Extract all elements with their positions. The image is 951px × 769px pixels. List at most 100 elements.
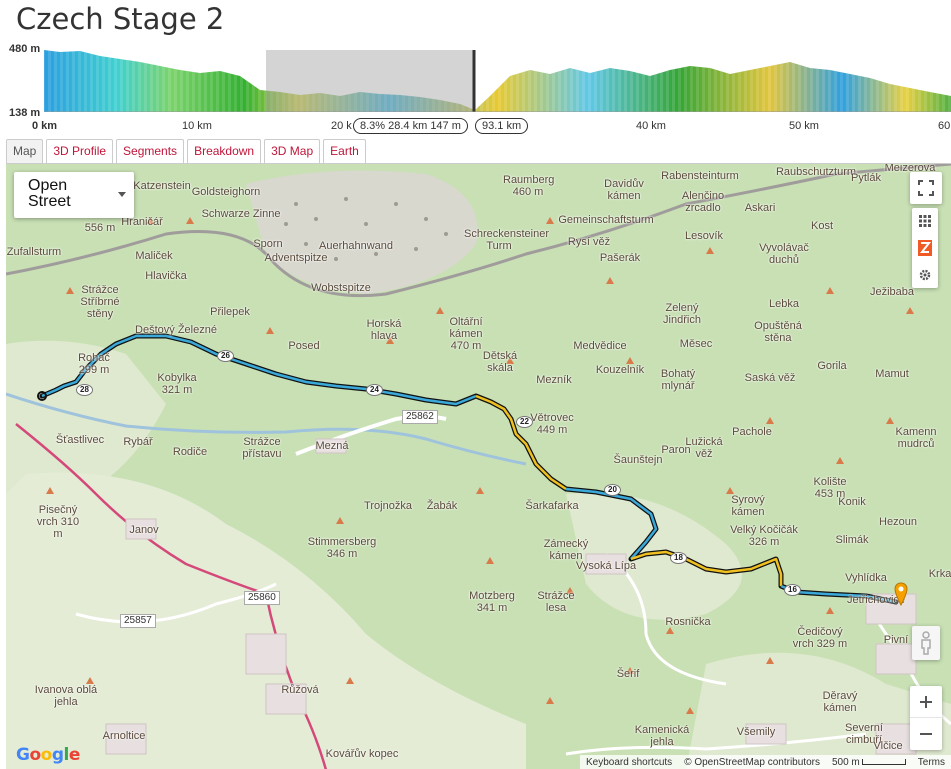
place-label: Pašerák [599,252,641,264]
place-label: Schreckensteiner Turm [464,228,549,252]
zoom-in-button[interactable] [910,686,942,718]
place-label: Vlčice [873,740,903,752]
place-label: Posed [288,340,320,352]
zoom-in-icon [920,695,932,708]
strava-icon[interactable] [918,239,932,256]
route-km-marker: 28 [76,384,93,396]
tab-earth[interactable]: Earth [323,139,366,163]
place-label: Slimák [835,534,869,546]
place-label: Krka [928,568,951,580]
place-label: Pivní [883,634,909,646]
place-label: Šerif [616,668,640,680]
place-label: Čedičový vrch 329 m [792,626,848,650]
place-label: Deštový Železné [135,324,217,336]
place-label: Vysoká Lípa [575,560,637,572]
fullscreen-button[interactable] [910,172,942,204]
street-view-button[interactable] [912,626,940,660]
route-km-marker: 26 [217,350,234,362]
road-number: 25862 [402,410,438,424]
place-label: Kovářův kopec [325,748,399,760]
tab-3d-map[interactable]: 3D Map [264,139,321,163]
profile-x-tick: 40 km [636,120,666,132]
google-logo[interactable]: Google [16,745,80,765]
scale-bar [861,759,906,765]
place-label: Kobylka 321 m [157,372,197,396]
place-label: Janov [129,524,159,536]
tab-map[interactable]: Map [6,139,44,163]
place-label: Strážce lesa [537,590,575,614]
place-label: Rodiče [172,446,208,458]
place-label: Davidův kámen [604,178,644,202]
place-label: Schwarze Zinne [201,208,281,220]
terms-link[interactable]: Terms [912,757,951,768]
copyright-text: © OpenStreetMap contributors [684,756,820,768]
place-label: Alenčino zrcadlo [681,190,725,214]
page-title: Czech Stage 2 [16,2,225,36]
place-label: Šarkafarka [525,500,579,512]
place-label: Strážce přístavu [242,436,282,460]
zoom-control [910,686,942,750]
place-label: Mezník [536,374,572,386]
place-label: Adventspitze [264,252,328,264]
profile-x-tick: 50 km [789,120,819,132]
profile-selection[interactable] [266,50,474,112]
location-pin-icon[interactable] [894,582,908,606]
place-label: Katzenstein [133,180,191,192]
selection-stats-badge: 8.3% 28.4 km 147 m [353,118,468,134]
place-label: Měsec [679,338,713,350]
elevation-chart[interactable] [0,40,951,112]
place-label: Zufallsturm [6,246,62,258]
zoom-out-button[interactable] [910,718,942,750]
profile-y-min: 138 m [9,107,41,119]
place-label: Opuštěná stěna [754,320,802,344]
place-label: Lužická věž [685,436,723,460]
elevation-profile[interactable]: 480 m 138 m 0 km 10 km 20 k 40 km 50 km … [0,40,951,136]
place-label: Goldsteighorn [191,186,261,198]
place-label: Hezoun [879,516,917,528]
road-number: 25857 [120,614,156,628]
route-km-marker: 20 [604,484,621,496]
place-label: Velký Kočičák 326 m [730,524,798,548]
place-label: Větrovec 449 m [530,412,574,436]
place-label: Saská věž [744,372,796,384]
place-label: Motzberg 341 m [469,590,515,614]
route-km-marker: 24 [366,384,383,396]
place-label: Bohatý mlynář [660,368,696,392]
place-label: Rosnička [665,616,711,628]
scale-label[interactable]: 500 m [826,757,862,768]
fullscreen-icon [918,180,934,196]
place-label: Horská hlava [366,318,402,342]
place-label: Trojnožka [364,500,412,512]
keyboard-shortcuts-link[interactable]: Keyboard shortcuts [580,757,678,768]
place-label: Kamenická jehla [634,724,690,748]
pegman-icon [921,631,931,655]
place-label: Arnoltice [102,730,146,742]
place-label: Zámecký kámen [543,538,589,562]
profile-x-tick: 20 k [331,120,352,132]
map-canvas[interactable]: Katzenstein Goldsteighorn Schwarze Zinne… [6,163,951,769]
place-label: 556 m [84,222,116,234]
place-label: Žabák [426,500,458,512]
place-label: Maliček [135,250,173,262]
map-layer-select[interactable]: Open Street [14,172,134,218]
tab-segments[interactable]: Segments [116,139,185,163]
place-label: Syrový kámen [731,494,765,518]
tab-3d-profile[interactable]: 3D Profile [46,139,114,163]
place-label: Kost [810,220,834,232]
profile-x-tick: 10 km [182,120,212,132]
place-label: Konik [838,496,866,508]
place-label: Růžová [281,684,319,696]
place-label: Gorila [817,360,847,372]
profile-y-max: 480 m [9,43,41,55]
map-attribution: Keyboard shortcuts © OpenStreetMap contr… [580,755,951,769]
place-label: Raumberg 460 m [503,174,555,198]
grid-icon[interactable] [919,214,931,227]
view-tabs: Map 3D Profile Segments Breakdown 3D Map… [6,139,369,163]
place-label: Všemily [736,726,776,738]
place-label: Rysí věž [567,236,611,248]
place-label: Rohač 299 m [78,352,110,376]
tab-breakdown[interactable]: Breakdown [187,139,262,163]
profile-x-tick: 60 [938,120,951,132]
gear-icon[interactable] [919,269,931,281]
place-label: Šaunštejn [613,454,663,466]
